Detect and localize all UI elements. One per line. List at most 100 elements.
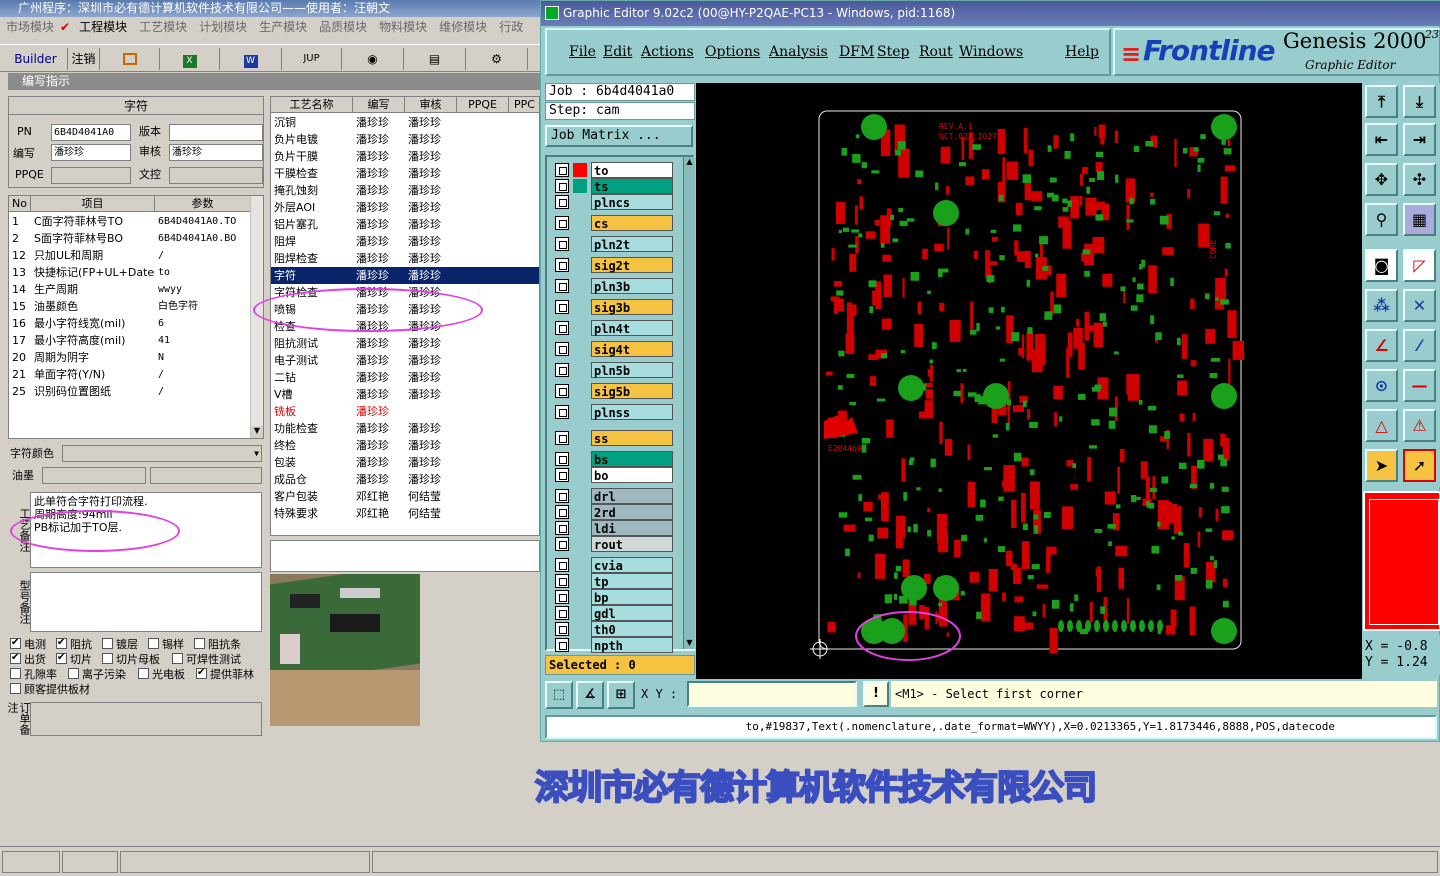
layer-name[interactable]: pln2t: [591, 236, 673, 252]
pan-right-icon[interactable]: ⇥: [1403, 123, 1436, 156]
author-field[interactable]: 潘珍珍: [51, 144, 131, 161]
editor-menu-rout[interactable]: Rout: [919, 44, 953, 60]
layer-name[interactable]: ts: [591, 178, 673, 194]
param-item[interactable]: C面字符菲林号TO: [31, 213, 155, 230]
ink-field-2[interactable]: [150, 467, 262, 484]
layer-toggle-checkbox[interactable]: [555, 300, 569, 314]
process-row[interactable]: 外层AOI 潘珍珍 潘珍珍: [271, 199, 539, 216]
layer-name[interactable]: sig2t: [591, 257, 673, 273]
pcb-canvas[interactable]: REV.A.1 NCT.021.3027 E204469 CORE: [696, 83, 1362, 679]
process-row[interactable]: 电子测试 潘珍珍 潘珍珍: [271, 352, 539, 369]
layer-toggle-checkbox[interactable]: [555, 216, 569, 230]
module-menu-item[interactable]: 生产模块: [259, 20, 307, 34]
checkbox-box[interactable]: [172, 653, 183, 664]
layer-toggle-checkbox[interactable]: [555, 195, 569, 209]
layer-toggle-checkbox[interactable]: [555, 537, 569, 551]
option-checkbox[interactable]: 切片: [56, 651, 92, 667]
layer-row[interactable]: to: [555, 162, 673, 178]
word-icon[interactable]: W: [220, 48, 282, 70]
layer-name[interactable]: sig3b: [591, 299, 673, 315]
select-cursor-icon[interactable]: ➤: [1365, 449, 1398, 482]
option-checkbox[interactable]: 镀层: [102, 638, 138, 652]
layer-row[interactable]: gdl: [555, 605, 673, 621]
layer-row[interactable]: pln4t: [555, 320, 673, 336]
checkbox-box[interactable]: [148, 638, 159, 649]
layer-name[interactable]: npth: [591, 637, 673, 653]
layer-name[interactable]: rout: [591, 536, 673, 552]
editor-menu-edit[interactable]: Edit: [603, 44, 632, 60]
select-area-icon[interactable]: ➚: [1403, 449, 1436, 482]
chevron-down-icon[interactable]: ▼: [684, 638, 695, 649]
option-checkbox[interactable]: 阻抗条: [194, 638, 241, 652]
param-no[interactable]: 16: [9, 315, 31, 332]
layer-name[interactable]: th0: [591, 621, 673, 637]
layer-name[interactable]: tp: [591, 573, 673, 589]
layer-row[interactable]: 2rd: [555, 504, 673, 520]
layer-row[interactable]: rout: [555, 536, 673, 552]
layer-toggle-checkbox[interactable]: [555, 606, 569, 620]
param-item[interactable]: 油墨颜色: [31, 298, 155, 315]
layer-toggle-checkbox[interactable]: [555, 405, 569, 419]
layer-toggle-checkbox[interactable]: [555, 521, 569, 535]
ppqe-field[interactable]: [51, 167, 131, 184]
layer-row[interactable]: plnss: [555, 404, 673, 420]
checkbox-box[interactable]: [196, 666, 207, 680]
param-value[interactable]: 白色字符: [155, 298, 251, 315]
layer-name[interactable]: 2rd: [591, 504, 673, 520]
checkbox-box[interactable]: [56, 636, 67, 650]
option-checkbox[interactable]: 锡样: [148, 638, 184, 652]
process-header[interactable]: PPC: [509, 97, 539, 113]
param-item[interactable]: 识别码位置图纸: [31, 383, 155, 400]
layer-row[interactable]: ldi: [555, 520, 673, 536]
char-color-select[interactable]: ▼: [62, 445, 262, 462]
layer-row[interactable]: cvia: [555, 557, 673, 573]
layer-toggle-checkbox[interactable]: [555, 179, 569, 193]
editor-menu-analysis[interactable]: Analysis: [769, 44, 828, 60]
option-checkbox[interactable]: 光电板: [138, 668, 185, 682]
process-row[interactable]: 负片电镀 潘珍珍 潘珍珍: [271, 131, 539, 148]
checkbox-box[interactable]: [68, 668, 79, 679]
alert-icon[interactable]: !: [863, 681, 889, 707]
pn-field[interactable]: 6B4D4041A0: [51, 124, 131, 141]
layer-row[interactable]: cs: [555, 215, 673, 231]
process-header[interactable]: 工艺名称: [271, 97, 353, 113]
process-header[interactable]: PPQE: [457, 97, 509, 113]
layer-row[interactable]: tp: [555, 573, 673, 589]
param-value[interactable]: wwyy: [155, 281, 251, 298]
layer-toggle-checkbox[interactable]: [555, 279, 569, 293]
process-detail-field[interactable]: [270, 540, 540, 572]
layer-row[interactable]: plncs: [555, 194, 673, 210]
layer-row[interactable]: sig5b: [555, 383, 673, 399]
database-icon[interactable]: ▤: [404, 48, 466, 70]
param-item[interactable]: 最小字符线宽(mil): [31, 315, 155, 332]
param-value[interactable]: N: [155, 349, 251, 366]
checkbox-box[interactable]: [138, 668, 149, 679]
editor-menu-actions[interactable]: Actions: [641, 44, 694, 60]
editor-menu-help[interactable]: Help: [1065, 44, 1099, 60]
process-header[interactable]: 审核: [405, 97, 457, 113]
layer-name[interactable]: bp: [591, 589, 673, 605]
process-row[interactable]: 铝片塞孔 潘珍珍 潘珍珍: [271, 216, 539, 233]
process-row[interactable]: 特殊要求 邓红艳 何结莹: [271, 505, 539, 522]
layer-name[interactable]: to: [591, 162, 673, 178]
ink-field[interactable]: [42, 467, 146, 484]
cross-icon[interactable]: ✕: [1403, 289, 1436, 322]
option-checkbox[interactable]: 电测: [10, 636, 46, 652]
move-icon[interactable]: ✣: [1403, 163, 1436, 196]
layer-row[interactable]: sig4t: [555, 341, 673, 357]
chevron-up-icon[interactable]: ▲: [684, 157, 695, 168]
version-field[interactable]: [169, 124, 263, 141]
param-item[interactable]: 只加UL和周期: [31, 247, 155, 264]
split-icon[interactable]: —: [1403, 369, 1436, 402]
process-row[interactable]: V槽 潘珍珍 潘珍珍: [271, 386, 539, 403]
layer-toggle-checkbox[interactable]: [555, 363, 569, 377]
xy-input[interactable]: [687, 681, 857, 707]
editor-menu-dfm[interactable]: DFM: [839, 44, 874, 60]
layer-row[interactable]: ts: [555, 178, 673, 194]
process-row[interactable]: 功能检查 潘珍珍 潘珍珍: [271, 420, 539, 437]
param-value[interactable]: to: [155, 264, 251, 281]
layer-name[interactable]: pln4t: [591, 320, 673, 336]
layer-name[interactable]: pln3b: [591, 278, 673, 294]
checkbox-box[interactable]: [10, 636, 21, 650]
param-value[interactable]: 6B4D4041A0.TO: [155, 213, 251, 230]
